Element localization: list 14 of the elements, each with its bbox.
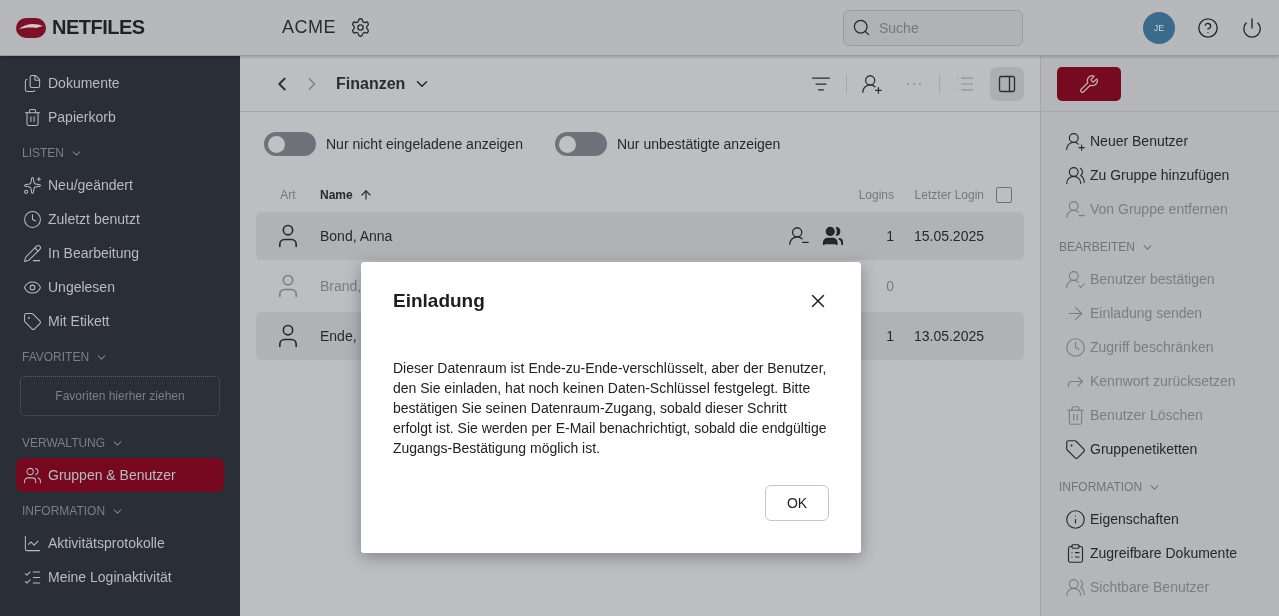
last-login-cell: 13.05.2025 [913, 328, 984, 344]
logo-text: NETFILES [52, 16, 145, 39]
workspace-name: ACME [282, 17, 336, 38]
dialog-message: Dieser Datenraum ist Ende-zu-Ende-verschlüsselt, aber der Benutzer, den Sie einladen, hat noch keinen Daten-Schlüssel festgelegt. Bitte bestätigen Sie seinen Datenraum-Zugang, sobald dieser Schritt erfolgt ist. Sie werden per E-Mail benachrichtigt, sobald die endgültige Zugangs-Bestätigung möglich ist. [393, 359, 828, 458]
name-cell: Ende, [320, 328, 357, 344]
logins-cell: 0 [886, 278, 894, 294]
last-login-cell: 15.05.2025 [913, 228, 984, 244]
toggle-label: Nur unbestätigte anzeigen [616, 136, 781, 152]
logins-cell: 1 [886, 228, 894, 244]
dialog-title: Einladung [393, 290, 485, 312]
logins-cell: 1 [886, 328, 894, 344]
toggle-label: Nur nicht eingeladene anzeigen [326, 136, 523, 152]
name-cell: Brand, [320, 278, 362, 294]
name-cell: Bond, Anna [320, 228, 393, 244]
